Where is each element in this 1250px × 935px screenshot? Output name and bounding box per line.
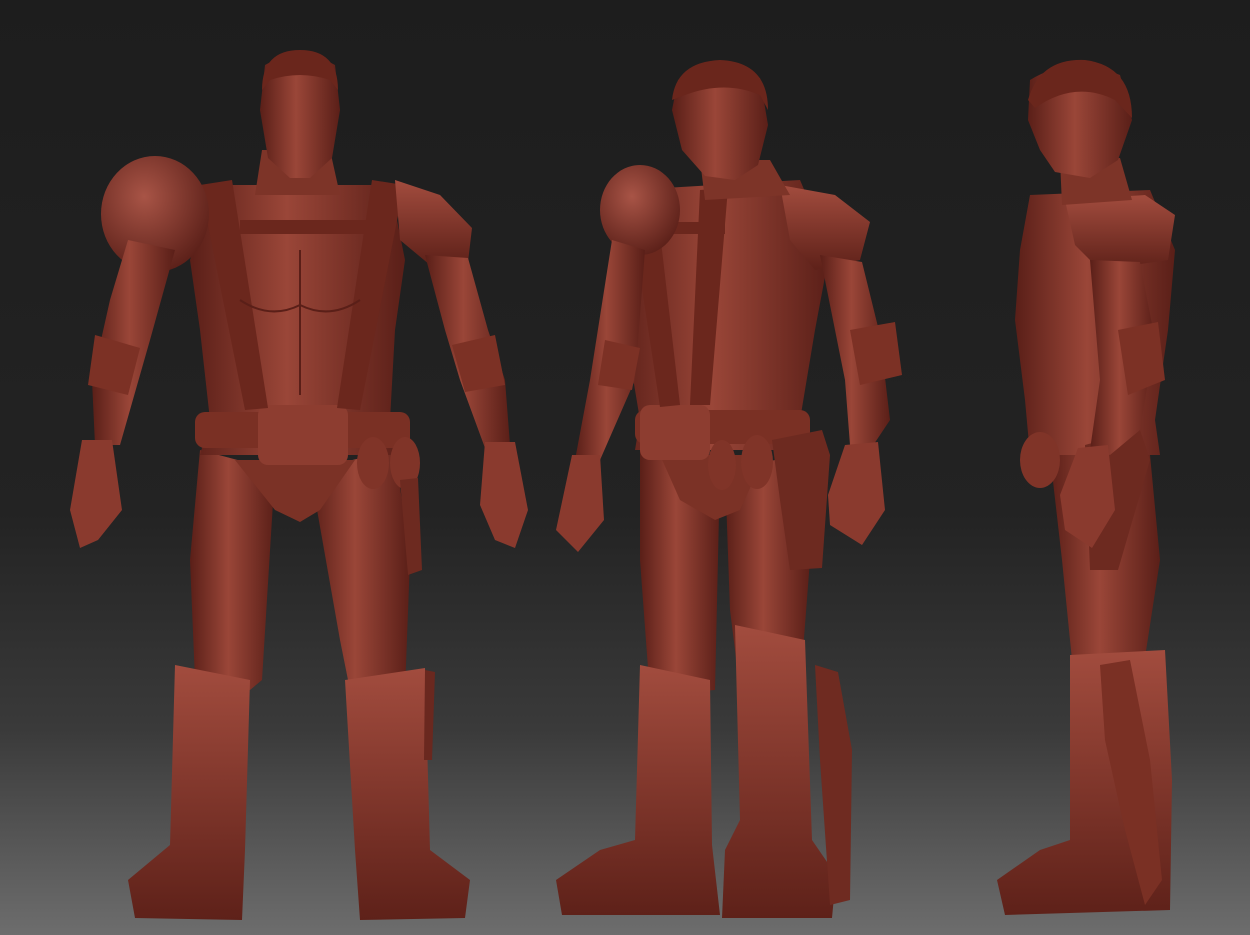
tq-belt-buckle bbox=[640, 405, 710, 460]
side-pouch bbox=[1020, 432, 1060, 488]
front-harness-crossbar bbox=[240, 220, 370, 234]
front-right-shoulder-pad bbox=[395, 180, 472, 265]
front-right-boot bbox=[345, 668, 470, 920]
front-view-figure bbox=[70, 50, 528, 920]
front-right-hand bbox=[480, 442, 528, 548]
front-right-bracer bbox=[452, 335, 505, 392]
tq-pouch-2 bbox=[741, 435, 773, 489]
three-quarter-view-figure bbox=[556, 60, 902, 918]
front-left-hand bbox=[70, 440, 122, 548]
side-view-figure bbox=[997, 59, 1175, 915]
tq-pouch-1 bbox=[708, 440, 736, 490]
front-left-boot bbox=[128, 665, 250, 920]
turnaround-render bbox=[70, 50, 1175, 920]
tq-front-hand bbox=[828, 442, 885, 545]
tq-back-boot bbox=[556, 665, 720, 915]
tq-back-hand bbox=[556, 455, 604, 552]
front-belt-buckle bbox=[258, 405, 348, 465]
sculpt-viewport bbox=[0, 0, 1250, 935]
front-knife-sheath bbox=[424, 670, 435, 760]
front-pouch-1 bbox=[357, 437, 389, 489]
